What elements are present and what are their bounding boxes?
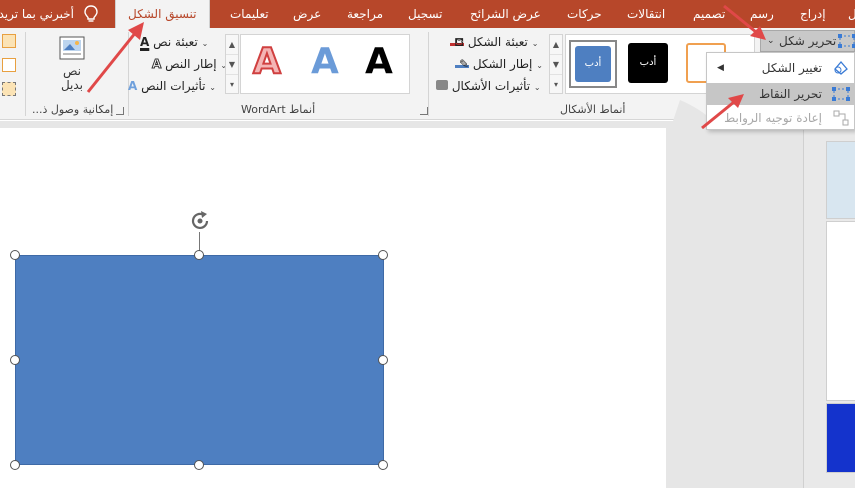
text-fill-label: تعبئة نص xyxy=(153,35,198,49)
menu-item-change-shape[interactable]: ◀ تغيير الشكل xyxy=(707,57,855,79)
edit-shape-label: تحرير شكل xyxy=(779,34,837,48)
tab-insert[interactable]: إدراج xyxy=(800,0,826,28)
resize-handle-bottom-left[interactable] xyxy=(10,460,20,470)
chevron-down-icon: ⌄ xyxy=(533,83,541,92)
chevron-down-icon: ⌄ xyxy=(531,39,539,48)
text-outline-label: إطار النص xyxy=(165,57,217,71)
slide-thumbnail-1[interactable] xyxy=(826,141,855,219)
group-icon[interactable] xyxy=(2,82,16,96)
chevron-down-icon: ⌄ xyxy=(201,39,209,48)
separator xyxy=(25,32,26,116)
align-icon[interactable] xyxy=(2,58,16,72)
tab-home[interactable]: ل xyxy=(848,0,855,28)
text-outline-button[interactable]: ⌄ إطار النص A xyxy=(151,54,227,74)
separator xyxy=(428,32,429,116)
tab-record[interactable]: تسجيل xyxy=(408,0,443,28)
accessibility-launcher[interactable] xyxy=(116,107,124,115)
scroll-down-icon[interactable]: ▼ xyxy=(226,55,238,75)
tab-view[interactable]: عرض xyxy=(293,0,321,28)
scroll-down-icon[interactable]: ▼ xyxy=(550,55,562,75)
edit-points-menu-icon xyxy=(832,87,850,101)
wordart-style-red[interactable]: A xyxy=(252,40,282,83)
more-icon[interactable]: ▾ xyxy=(226,75,238,95)
chevron-down-icon: ⌄ xyxy=(536,61,543,70)
text-outline-icon: A xyxy=(151,57,162,72)
annotation-arrow-edit-shape xyxy=(723,4,766,40)
annotation-arrow-format-tab xyxy=(86,22,144,93)
slide-thumbnail-2[interactable] xyxy=(826,221,855,401)
wordart-group-label: أنماط WordArt xyxy=(241,103,316,116)
change-shape-icon xyxy=(834,61,848,75)
slide-thumbnail-3[interactable] xyxy=(826,403,855,473)
tab-transitions[interactable]: انتقالات xyxy=(627,0,665,28)
shape-effects-label: تأثيرات الأشكال xyxy=(451,79,531,93)
wordart-gallery: A A A xyxy=(240,34,410,94)
pen-icon: ✎ xyxy=(455,54,469,71)
edit-points-label: تحرير النقاط xyxy=(759,87,822,101)
reroute-icon xyxy=(833,110,849,126)
chevron-down-icon: ⌄ xyxy=(209,83,216,92)
submenu-arrow-icon: ◀ xyxy=(717,63,724,73)
paint-bucket-icon: ⛾ xyxy=(450,32,464,49)
shape-style-blue-selected[interactable]: أدب xyxy=(569,40,617,88)
shape-fill-button[interactable]: ⌄ تعبئة الشكل ⛾ xyxy=(450,32,538,52)
tab-slideshow[interactable]: عرض الشرائح xyxy=(470,0,541,28)
shape-fill-label: تعبئة الشكل xyxy=(467,35,528,49)
resize-handle-right[interactable] xyxy=(378,355,388,365)
shape-outline-button[interactable]: ⌄ إطار الشكل ✎ xyxy=(455,54,543,74)
resize-handle-top[interactable] xyxy=(194,250,204,260)
shape-effects-button[interactable]: ⌄ تأثيرات الأشكال xyxy=(436,76,541,96)
resize-handle-top-right[interactable] xyxy=(378,250,388,260)
text-fill-button[interactable]: ⌄ تعبئة نص A xyxy=(140,32,208,52)
accessibility-group-label: إمكانية وصول ذ... xyxy=(32,103,114,116)
shape-style-black[interactable]: أدب xyxy=(628,43,668,83)
tell-me-label: أخبرني بما تريد xyxy=(0,7,74,21)
edit-shape-button[interactable]: ⌄ تحرير شكل xyxy=(760,30,855,52)
wordart-gallery-scroll[interactable]: ▲ ▼ ▾ xyxy=(225,34,239,94)
resize-handle-bottom-right[interactable] xyxy=(378,460,388,470)
resize-handle-top-left[interactable] xyxy=(10,250,20,260)
resize-handle-bottom[interactable] xyxy=(194,460,204,470)
arrange-icon[interactable] xyxy=(2,34,16,48)
rotate-handle-icon[interactable] xyxy=(188,209,212,233)
resize-handle-left[interactable] xyxy=(10,355,20,365)
selected-rectangle-shape[interactable] xyxy=(15,255,384,465)
change-shape-label: تغيير الشكل xyxy=(761,61,822,75)
shape-style-blue-swatch: أدب xyxy=(575,46,611,82)
wordart-style-blue[interactable]: A xyxy=(311,41,339,82)
annotation-arrow-edit-points xyxy=(701,94,744,130)
scroll-up-icon[interactable]: ▲ xyxy=(226,35,238,55)
shape-outline-label: إطار الشكل xyxy=(472,57,533,71)
scroll-up-icon[interactable]: ▲ xyxy=(550,35,562,55)
shape-effects-icon xyxy=(436,80,448,90)
edit-points-icon xyxy=(838,34,855,48)
text-effects-label: تأثيرات النص xyxy=(141,79,206,93)
more-icon[interactable]: ▾ xyxy=(550,75,562,95)
tab-animations[interactable]: حركات xyxy=(567,0,602,28)
tell-me-search[interactable]: أخبرني بما تريد xyxy=(0,0,74,28)
wordart-launcher[interactable] xyxy=(420,107,428,115)
tab-review[interactable]: مراجعة xyxy=(347,0,383,28)
shape-style-gallery-scroll[interactable]: ▲ ▼ ▾ xyxy=(549,34,563,94)
tab-help[interactable]: تعليمات xyxy=(230,0,269,28)
slide-thumbnails-pane xyxy=(803,121,855,488)
wordart-style-black[interactable]: A xyxy=(365,41,393,82)
